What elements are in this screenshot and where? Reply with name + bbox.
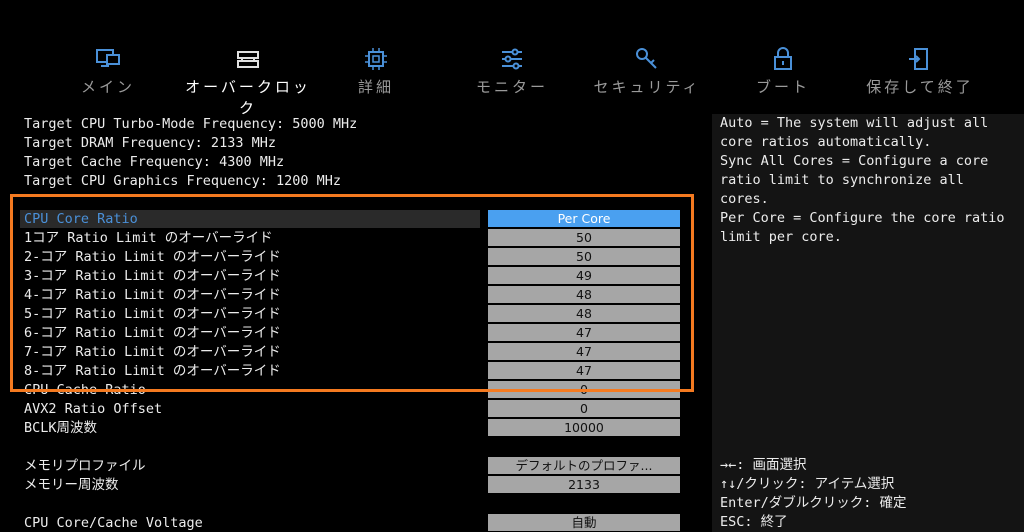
tab-boot-label: ブート (755, 78, 810, 96)
tab-save-exit[interactable]: 保存して終了 (855, 46, 985, 97)
setting-label: メモリー周波数 (24, 477, 119, 493)
tab-monitor[interactable]: モニター (447, 46, 577, 97)
setting-label: 4-コア Ratio Limit のオーバーライド (24, 287, 281, 303)
tab-advanced[interactable]: 詳細 (311, 46, 441, 97)
setting-label: 5-コア Ratio Limit のオーバーライド (24, 306, 281, 322)
info-cache-frequency: Target Cache Frequency: 4300 MHz (24, 154, 285, 170)
key-help-item-select: ↑↓/クリック: アイテム選択 (720, 476, 895, 492)
setting-2core-ratio-limit[interactable]: 2-コア Ratio Limit のオーバーライド 50 (20, 248, 685, 266)
setting-value-field[interactable]: 49 (488, 267, 680, 284)
tab-boot[interactable]: ブート (718, 46, 848, 97)
setting-avx2-ratio-offset[interactable]: AVX2 Ratio Offset 0 (20, 400, 685, 418)
tab-security-label: セキュリティ (593, 78, 701, 96)
setting-label: 1コア Ratio Limit のオーバーライド (24, 230, 273, 246)
exit-door-icon (909, 48, 928, 70)
setting-label: 6-コア Ratio Limit のオーバーライド (24, 325, 281, 341)
setting-value-field[interactable]: 50 (488, 229, 680, 246)
setting-7core-ratio-limit[interactable]: 7-コア Ratio Limit のオーバーライド 47 (20, 343, 685, 361)
setting-cpu-core-cache-voltage[interactable]: CPU Core/Cache Voltage 自動 (20, 514, 685, 532)
setting-value-field[interactable]: 47 (488, 362, 680, 379)
setting-label: BCLK周波数 (24, 420, 98, 436)
setting-label: CPU Core Ratio (24, 211, 138, 227)
setting-value-field[interactable]: 48 (488, 286, 680, 303)
sliders-icon (502, 48, 522, 70)
help-panel: Auto = The system will adjust all core r… (712, 114, 1024, 532)
setting-value-dropdown[interactable]: Per Core (488, 210, 680, 227)
info-turbo-frequency: Target CPU Turbo-Mode Frequency: 5000 MH… (24, 116, 358, 132)
key-help-confirm: Enter/ダブルクリック: 確定 (720, 495, 907, 511)
setting-memory-profile[interactable]: メモリプロファイル デフォルトのプロファ... (20, 457, 685, 475)
setting-label: 7-コア Ratio Limit のオーバーライド (24, 344, 281, 360)
key-help-exit: ESC: 終了 (720, 514, 788, 530)
tab-advanced-label: 詳細 (357, 78, 394, 96)
setting-memory-frequency[interactable]: メモリー周波数 2133 (20, 476, 685, 494)
setting-6core-ratio-limit[interactable]: 6-コア Ratio Limit のオーバーライド 47 (20, 324, 685, 342)
setting-1core-ratio-limit[interactable]: 1コア Ratio Limit のオーバーライド 50 (20, 229, 685, 247)
setting-value-field[interactable]: 0 (488, 400, 680, 417)
key-icon (636, 48, 657, 69)
setting-8core-ratio-limit[interactable]: 8-コア Ratio Limit のオーバーライド 47 (20, 362, 685, 380)
monitor-icon (96, 49, 120, 67)
setting-value-field[interactable]: 2133 (488, 476, 680, 493)
info-dram-frequency: Target DRAM Frequency: 2133 MHz (24, 135, 276, 151)
setting-value-field[interactable]: 10000 (488, 419, 680, 436)
top-navigation: メイン オーバークロック 詳細 モニター セキュリティ ブート 保存して終了 (0, 0, 1024, 117)
key-help: →←: 画面選択 ↑↓/クリック: アイテム選択 Enter/ダブルクリック: … (720, 456, 1016, 532)
setting-cpu-cache-ratio[interactable]: CPU Cache Ratio 0 (20, 381, 685, 399)
settings-panel: Target CPU Turbo-Mode Frequency: 5000 MH… (0, 110, 705, 532)
key-help-screen-select: →←: 画面選択 (720, 457, 807, 473)
setting-value-field[interactable]: 50 (488, 248, 680, 265)
tab-main-label: メイン (80, 78, 135, 96)
setting-value-field[interactable]: 47 (488, 343, 680, 360)
tab-security[interactable]: セキュリティ (582, 46, 712, 97)
memory-module-icon (237, 51, 259, 68)
info-graphics-frequency: Target CPU Graphics Frequency: 1200 MHz (24, 173, 341, 189)
tab-overclock[interactable]: オーバークロック (183, 46, 313, 118)
setting-label: 2-コア Ratio Limit のオーバーライド (24, 249, 281, 265)
setting-value-dropdown[interactable]: デフォルトのプロファ... (488, 457, 680, 474)
setting-3core-ratio-limit[interactable]: 3-コア Ratio Limit のオーバーライド 49 (20, 267, 685, 285)
setting-label: メモリプロファイル (24, 458, 146, 474)
setting-bclk-frequency[interactable]: BCLK周波数 10000 (20, 419, 685, 437)
setting-label: AVX2 Ratio Offset (24, 401, 163, 417)
setting-4core-ratio-limit[interactable]: 4-コア Ratio Limit のオーバーライド 48 (20, 286, 685, 304)
setting-value-field[interactable]: 48 (488, 305, 680, 322)
setting-value-field[interactable]: 0 (488, 381, 680, 398)
tab-save-exit-label: 保存して終了 (866, 78, 974, 96)
setting-label: CPU Cache Ratio (24, 382, 146, 398)
tab-main[interactable]: メイン (43, 46, 173, 97)
setting-cpu-core-ratio[interactable]: CPU Core Ratio Per Core (20, 210, 685, 228)
setting-label: CPU Core/Cache Voltage (24, 515, 203, 531)
help-text: Auto = The system will adjust all core r… (720, 115, 1005, 245)
setting-label: 8-コア Ratio Limit のオーバーライド (24, 363, 281, 379)
chip-icon (365, 48, 387, 70)
lock-icon (774, 47, 792, 70)
setting-value-dropdown[interactable]: 自動 (488, 514, 680, 531)
tab-monitor-label: モニター (475, 78, 548, 96)
setting-5core-ratio-limit[interactable]: 5-コア Ratio Limit のオーバーライド 48 (20, 305, 685, 323)
setting-value-field[interactable]: 47 (488, 324, 680, 341)
setting-label: 3-コア Ratio Limit のオーバーライド (24, 268, 281, 284)
